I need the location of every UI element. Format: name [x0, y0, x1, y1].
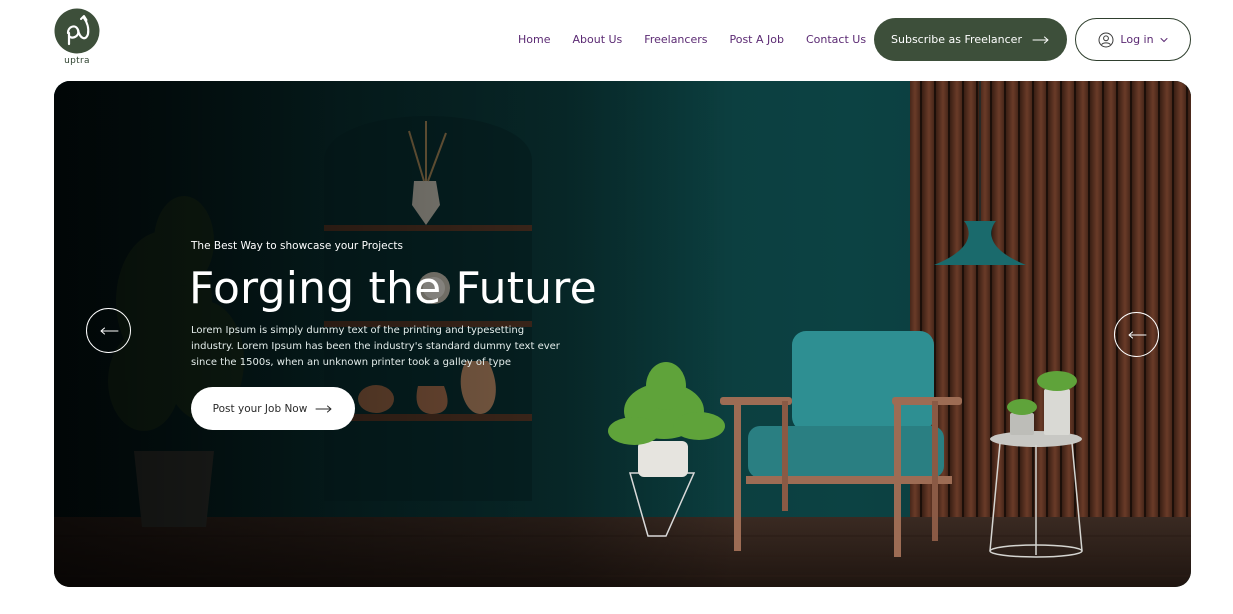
user-icon [1098, 32, 1114, 47]
arrow-right-icon [1032, 36, 1049, 43]
arrow-left-icon [100, 327, 118, 334]
site-header: uptra Home About Us Freelancers Post A J… [0, 0, 1233, 80]
arrow-left-icon [1128, 331, 1146, 338]
post-job-button[interactable]: Post your Job Now [191, 387, 355, 430]
nav-item-about-us[interactable]: About Us [572, 33, 622, 46]
login-button-label: Log in [1120, 33, 1154, 46]
login-button[interactable]: Log in [1075, 18, 1191, 61]
nav-item-home[interactable]: Home [518, 33, 550, 46]
chevron-down-icon [1160, 37, 1168, 42]
nav-item-post-a-job[interactable]: Post A Job [729, 33, 784, 46]
carousel-next-button[interactable] [1114, 312, 1159, 357]
post-job-button-label: Post your Job Now [212, 402, 308, 415]
subscribe-button-label: Subscribe as Freelancer [891, 33, 1022, 46]
hero-description: Lorem Ipsum is simply dummy text of the … [191, 325, 560, 368]
nav-item-freelancers[interactable]: Freelancers [644, 33, 707, 46]
logo-text: uptra [64, 56, 90, 66]
hero-banner: The Best Way to showcase your Projects F… [54, 81, 1191, 587]
hero-title: Forging the Future [189, 263, 597, 314]
subscribe-button[interactable]: Subscribe as Freelancer [874, 18, 1067, 61]
arrow-right-icon [315, 405, 332, 412]
hero-eyebrow: The Best Way to showcase your Projects [191, 240, 403, 252]
nav-item-contact-us[interactable]: Contact Us [806, 33, 866, 46]
main-nav: Home About Us Freelancers Post A Job Con… [518, 33, 866, 46]
logo-mark-icon [54, 8, 100, 54]
carousel-prev-button[interactable] [86, 308, 131, 353]
logo[interactable]: uptra [54, 8, 102, 68]
